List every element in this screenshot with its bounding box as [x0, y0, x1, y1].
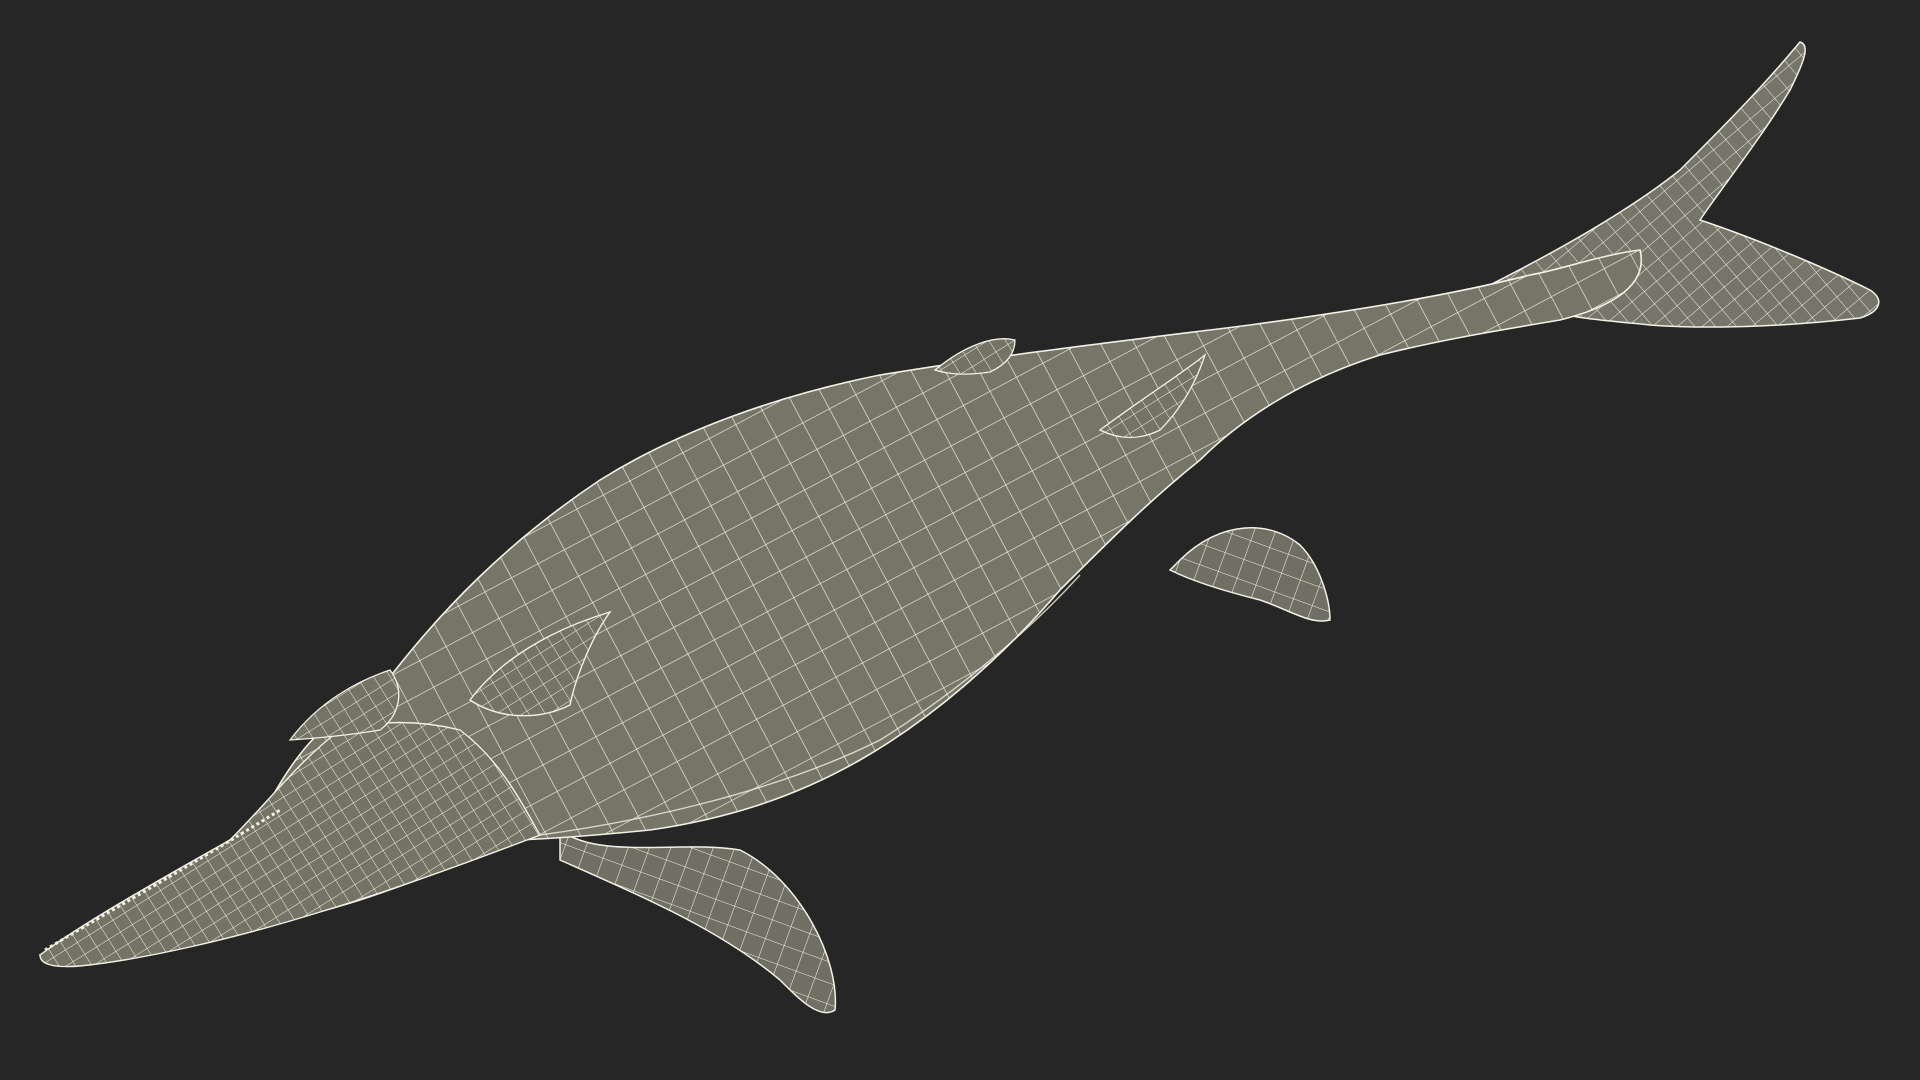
head-snout: [39, 721, 542, 968]
wireframe-render: [38, 41, 1880, 1014]
render-viewport: [0, 0, 1920, 1080]
front-flipper: [559, 828, 837, 1014]
rear-flipper: [1168, 527, 1331, 622]
model-group: [38, 41, 1880, 1014]
